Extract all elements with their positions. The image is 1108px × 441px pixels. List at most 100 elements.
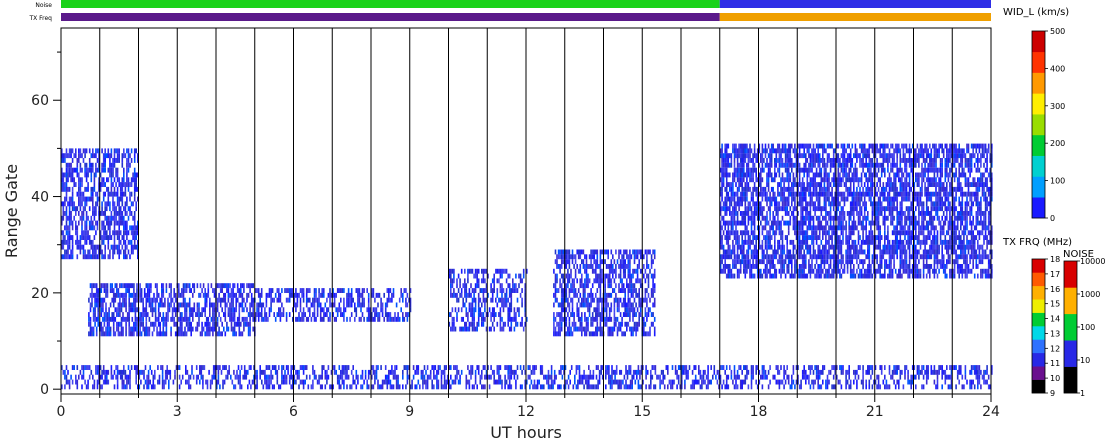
data-cell bbox=[122, 316, 124, 322]
data-cell bbox=[741, 158, 743, 163]
data-cell bbox=[123, 379, 125, 385]
data-cell bbox=[767, 384, 770, 390]
data-cell bbox=[521, 288, 523, 293]
data-cell bbox=[402, 384, 404, 390]
data-cell bbox=[760, 244, 762, 250]
data-cell bbox=[933, 379, 936, 385]
data-cell bbox=[205, 379, 207, 385]
data-cell bbox=[392, 292, 395, 298]
data-cell bbox=[219, 283, 222, 289]
data-cell bbox=[508, 312, 511, 317]
data-cell bbox=[743, 268, 745, 274]
data-cell bbox=[510, 302, 513, 308]
data-cell bbox=[402, 297, 404, 303]
data-cell bbox=[744, 379, 747, 385]
data-cell bbox=[129, 369, 131, 375]
data-cell bbox=[343, 379, 345, 385]
data-cell bbox=[187, 326, 189, 332]
data-cell bbox=[477, 321, 480, 327]
data-cell bbox=[879, 384, 881, 390]
data-cell bbox=[104, 230, 106, 236]
data-cell bbox=[171, 312, 174, 317]
data-cell bbox=[488, 326, 491, 332]
data-cell bbox=[746, 162, 748, 168]
data-cell bbox=[123, 316, 126, 322]
data-cell bbox=[743, 186, 745, 192]
data-cell bbox=[119, 302, 121, 308]
data-cell bbox=[653, 254, 656, 260]
data-cell bbox=[116, 244, 119, 250]
data-cell bbox=[64, 239, 66, 245]
data-cell bbox=[92, 292, 95, 298]
data-cell bbox=[980, 384, 982, 390]
data-cell bbox=[374, 379, 376, 385]
data-cell bbox=[596, 326, 599, 332]
data-cell bbox=[591, 384, 593, 390]
data-cell bbox=[116, 249, 119, 255]
data-cell bbox=[557, 302, 560, 308]
data-cell bbox=[553, 326, 555, 332]
data-cell bbox=[217, 369, 220, 375]
data-cell bbox=[818, 369, 821, 375]
data-cell bbox=[712, 374, 714, 380]
data-cell bbox=[505, 268, 508, 274]
data-cell bbox=[818, 374, 821, 380]
data-cell bbox=[82, 244, 85, 250]
data-cell bbox=[764, 244, 767, 250]
data-cell bbox=[636, 264, 639, 269]
data-cell bbox=[584, 283, 586, 289]
data-cell bbox=[644, 249, 647, 255]
data-cell bbox=[118, 158, 120, 163]
data-cell bbox=[628, 384, 630, 390]
data-cell bbox=[76, 167, 79, 173]
data-cell bbox=[721, 191, 723, 197]
data-cell bbox=[501, 326, 503, 332]
data-cell bbox=[67, 162, 69, 168]
data-cell bbox=[274, 365, 277, 370]
data-cell bbox=[604, 292, 606, 298]
data-cell bbox=[87, 254, 89, 260]
data-cell bbox=[108, 312, 110, 317]
data-cell bbox=[154, 316, 157, 322]
data-cell bbox=[619, 297, 622, 303]
data-cell bbox=[465, 374, 468, 380]
data-cell bbox=[590, 259, 592, 265]
data-cell bbox=[769, 215, 771, 221]
data-cell bbox=[490, 297, 492, 303]
data-cell bbox=[133, 220, 136, 226]
data-cell bbox=[747, 230, 750, 236]
data-cell bbox=[186, 369, 189, 375]
data-cell bbox=[724, 249, 726, 255]
data-cell bbox=[888, 384, 891, 390]
data-cell bbox=[522, 326, 525, 332]
data-cell bbox=[260, 292, 263, 298]
data-cell bbox=[616, 307, 619, 313]
data-cell bbox=[576, 292, 578, 298]
data-cell bbox=[116, 283, 118, 289]
data-cell bbox=[568, 288, 571, 293]
data-cell bbox=[767, 369, 770, 375]
data-cell bbox=[684, 365, 686, 370]
data-cell bbox=[117, 312, 120, 317]
data-cell bbox=[476, 384, 478, 390]
data-cell bbox=[110, 162, 113, 168]
data-cell bbox=[764, 273, 767, 279]
data-cell bbox=[288, 292, 291, 298]
data-cell bbox=[112, 292, 115, 298]
data-cell bbox=[116, 158, 119, 163]
data-cell bbox=[156, 288, 158, 293]
data-cell bbox=[738, 374, 740, 380]
data-cell bbox=[384, 307, 387, 313]
data-cell bbox=[627, 254, 630, 260]
data-cell bbox=[70, 235, 72, 240]
data-cell bbox=[213, 288, 216, 293]
data-cell bbox=[738, 365, 740, 370]
data-cell bbox=[92, 283, 95, 289]
data-cell bbox=[119, 321, 121, 327]
data-cell bbox=[64, 374, 66, 380]
data-cell bbox=[760, 268, 762, 274]
data-cell bbox=[743, 379, 745, 385]
data-cell bbox=[85, 220, 88, 226]
data-cell bbox=[530, 379, 533, 385]
data-cell bbox=[599, 268, 602, 274]
